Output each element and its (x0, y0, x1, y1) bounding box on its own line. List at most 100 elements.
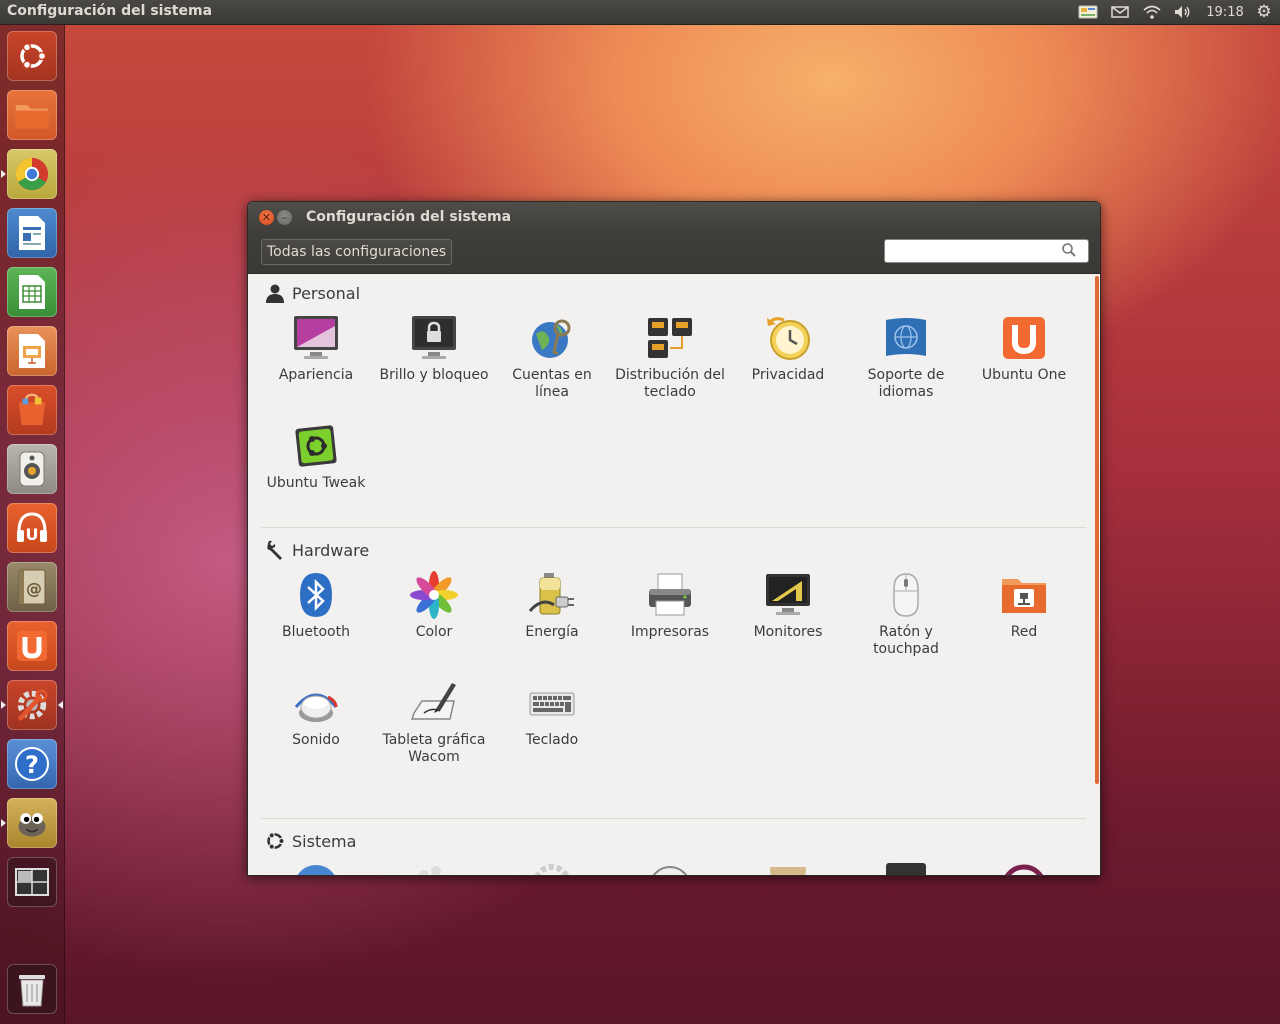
item-label: Sonido (292, 732, 340, 748)
running-indicator (1, 819, 6, 827)
top-panel: Configuración del sistema 19:18 ⚙ (0, 0, 1280, 24)
all-settings-button[interactable]: Todas las configuraciones (261, 239, 453, 265)
rhythmbox-launcher[interactable] (7, 444, 57, 494)
keyboard-icon (528, 679, 576, 727)
section-title: Personal (292, 283, 361, 303)
ubuntu-one-music-launcher[interactable]: U (7, 503, 57, 553)
section-divider (261, 818, 1086, 819)
item-teclado[interactable]: Teclado (497, 679, 607, 749)
keyboard-layout-icon[interactable] (1077, 2, 1099, 22)
item-label: Energía (525, 624, 579, 640)
partial-icon-accessibility[interactable] (410, 863, 458, 875)
language-support-icon (882, 314, 930, 362)
mail-icon[interactable] (1110, 2, 1130, 22)
writer-launcher[interactable] (7, 208, 57, 258)
wifi-icon[interactable] (1141, 2, 1163, 22)
item-sonido[interactable]: Sonido (261, 679, 371, 749)
window-toolbar: Todas las configuraciones (248, 232, 1100, 274)
item-ubuntu-one[interactable]: Ubuntu One (969, 314, 1079, 384)
search-field[interactable] (884, 239, 1089, 263)
ubuntu-logo-icon (14, 38, 50, 74)
item-apariencia[interactable]: Apariencia (261, 314, 371, 384)
item-brillo-bloqueo[interactable]: Brillo y bloqueo (379, 314, 489, 384)
volume-icon[interactable] (1172, 2, 1194, 22)
item-impresoras[interactable]: Impresoras (615, 571, 725, 641)
system-settings-launcher[interactable] (7, 680, 57, 730)
section-title: Sistema (292, 831, 357, 851)
section-hardware: Hardware (264, 540, 369, 560)
system-settings-window: ✕ – Configuración del sistema Todas las … (247, 201, 1101, 876)
item-label: Monitores (753, 624, 823, 640)
item-label: Teclado (525, 732, 579, 748)
shopping-bag-icon (14, 392, 50, 428)
ubuntu-logo-icon (264, 831, 286, 851)
running-indicator (1, 170, 6, 178)
item-monitores[interactable]: Monitores (733, 571, 843, 641)
running-indicator (1, 701, 6, 709)
section-title: Hardware (292, 540, 370, 560)
partial-icon-users[interactable] (1000, 863, 1048, 875)
session-gear-icon[interactable]: ⚙ (1254, 2, 1274, 22)
calc-launcher[interactable] (7, 267, 57, 317)
item-ubuntu-tweak[interactable]: Ubuntu Tweak (261, 422, 371, 492)
person-icon (264, 283, 286, 303)
item-cuentas-en-linea[interactable]: Cuentas en línea (497, 314, 607, 401)
trash-launcher[interactable] (7, 964, 57, 1014)
search-input[interactable] (891, 241, 1065, 263)
chromium-launcher[interactable] (7, 149, 57, 199)
ubuntu-dash-button[interactable] (7, 31, 57, 81)
ubuntu-one-launcher[interactable] (7, 621, 57, 671)
section-personal: Personal (264, 283, 360, 303)
address-book-icon: @ (14, 569, 50, 605)
item-label: Color (415, 624, 453, 640)
writer-document-icon (14, 215, 50, 251)
partial-icon-gear[interactable] (528, 863, 576, 875)
help-launcher[interactable]: ? (7, 739, 57, 789)
workspace-switcher-launcher[interactable] (7, 857, 57, 907)
partial-icon-computer[interactable] (882, 863, 930, 875)
item-red[interactable]: Red (969, 571, 1079, 641)
battery-power-icon (528, 571, 576, 619)
item-soporte-idiomas[interactable]: Soporte de idiomas (851, 314, 961, 401)
item-energia[interactable]: Energía (497, 571, 607, 641)
scrollbar[interactable] (1095, 276, 1099, 784)
partial-icon-clock[interactable] (646, 863, 694, 875)
chrome-icon (14, 156, 50, 192)
folder-icon (14, 97, 50, 133)
item-distribucion-teclado[interactable]: Distribución del teclado (615, 314, 725, 401)
ubuntu-tweak-icon (292, 422, 340, 470)
drawing-tablet-icon (410, 679, 458, 727)
wrench-icon (264, 540, 286, 560)
partial-icon-box[interactable] (764, 863, 812, 875)
clock[interactable]: 19:18 (1203, 2, 1247, 22)
item-tableta-wacom[interactable]: Tableta gráfica Wacom (379, 679, 489, 766)
item-label: Impresoras (630, 624, 710, 640)
item-color[interactable]: Color (379, 571, 489, 641)
contacts-launcher[interactable]: @ (7, 562, 57, 612)
search-icon (1061, 242, 1077, 262)
item-bluetooth[interactable]: Bluetooth (261, 571, 371, 641)
window-title: Configuración del sistema (306, 209, 512, 225)
keyboard-layout-icon (646, 314, 694, 362)
minimize-button[interactable]: – (277, 210, 292, 225)
section-divider (261, 527, 1086, 528)
settings-wrench-icon (14, 687, 50, 723)
item-privacidad[interactable]: Privacidad (733, 314, 843, 384)
item-label: Distribución del teclado (615, 367, 725, 400)
online-accounts-icon (528, 314, 576, 362)
impress-launcher[interactable] (7, 326, 57, 376)
window-titlebar[interactable]: ✕ – Configuración del sistema (248, 202, 1100, 232)
help-question-icon: ? (14, 746, 50, 782)
software-center-launcher[interactable] (7, 385, 57, 435)
color-wheel-icon (410, 571, 458, 619)
spreadsheet-icon (14, 274, 50, 310)
partial-icon-globe[interactable] (292, 863, 340, 875)
item-raton-touchpad[interactable]: Ratón y touchpad (851, 571, 961, 658)
files-launcher[interactable] (7, 90, 57, 140)
trash-icon (14, 971, 50, 1007)
gimp-launcher[interactable] (7, 798, 57, 848)
close-button[interactable]: ✕ (259, 210, 274, 225)
item-label: Ratón y touchpad (873, 624, 939, 657)
printer-icon (646, 571, 694, 619)
svg-text:@: @ (26, 579, 42, 598)
